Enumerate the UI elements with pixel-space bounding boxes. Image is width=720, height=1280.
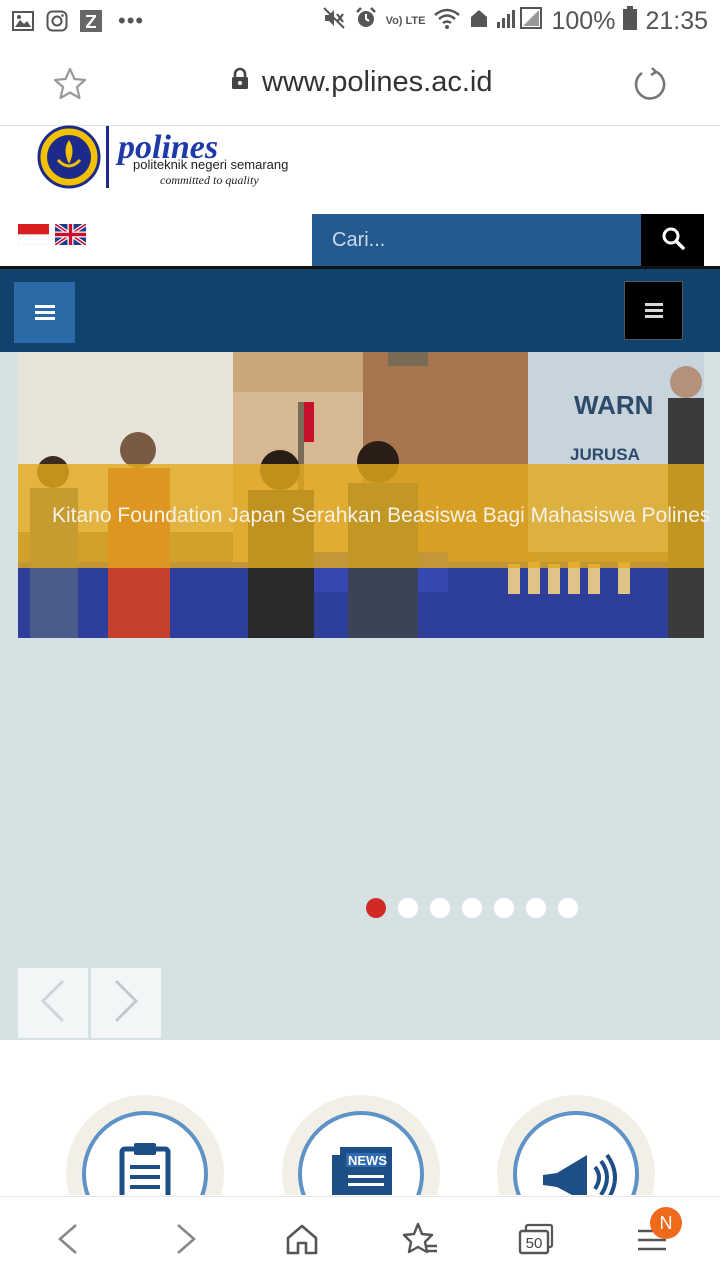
slider-dot[interactable] <box>558 898 578 918</box>
signal-icon <box>497 6 543 37</box>
slider-next-button[interactable] <box>91 968 161 1038</box>
slide-caption-text: Kitano Foundation Japan Serahkan Beasisw… <box>52 504 711 527</box>
banner-text: WARN <box>574 390 653 420</box>
slider-pagination <box>366 898 578 918</box>
slider-prev-button[interactable] <box>18 968 88 1038</box>
slider-dot[interactable] <box>526 898 546 918</box>
clipboard-icon <box>82 1111 208 1195</box>
feature-links: NEWS <box>0 1040 720 1195</box>
url-field[interactable]: www.polines.ac.id <box>230 66 493 99</box>
status-bar: ••• Vo) LTE 100% 21:35 <box>0 0 720 44</box>
lock-icon <box>230 66 250 99</box>
search-button[interactable] <box>641 214 704 266</box>
slider-dot[interactable] <box>366 898 386 918</box>
logo-tagline: committed to quality <box>160 173 259 187</box>
browser-bottom-bar: 50 N <box>0 1196 720 1280</box>
search-icon <box>661 226 685 255</box>
news-slider: WARN JURUSA Kitano Foundation Japan Sera… <box>0 352 720 1040</box>
slide-caption[interactable]: Kitano Foundation Japan Serahkan Beasisw… <box>18 464 710 568</box>
main-menu-button[interactable] <box>14 282 75 343</box>
language-switcher <box>17 222 88 247</box>
main-nav-bar <box>0 269 720 352</box>
clock: 21:35 <box>645 7 708 35</box>
chevron-right-icon <box>112 979 140 1028</box>
site-logo[interactable]: polines politeknik negeri semarang commi… <box>36 124 311 194</box>
site-search <box>312 214 704 266</box>
news-icon: NEWS <box>298 1111 424 1195</box>
feature-announcement-link[interactable] <box>66 1095 224 1195</box>
hamburger-icon <box>644 300 663 321</box>
home-icon[interactable] <box>282 1219 322 1259</box>
slider-dot[interactable] <box>462 898 482 918</box>
battery-icon <box>623 6 638 37</box>
notification-badge: N <box>650 1207 682 1239</box>
tabs-button[interactable]: 50 <box>516 1219 556 1259</box>
forward-icon[interactable] <box>166 1219 206 1259</box>
search-input[interactable] <box>312 214 641 266</box>
battery-percent: 100% <box>551 7 616 35</box>
home-signal-icon <box>469 7 489 36</box>
uk-flag-icon[interactable] <box>53 222 88 247</box>
z-app-icon <box>80 10 102 32</box>
news-icon-label: NEWS <box>348 1153 387 1168</box>
megaphone-icon <box>513 1111 639 1195</box>
alarm-icon <box>354 6 378 37</box>
url-text: www.polines.ac.id <box>262 66 493 98</box>
image-icon <box>12 10 34 32</box>
feature-info-link[interactable] <box>497 1095 655 1195</box>
bookmark-star-icon[interactable] <box>52 66 88 102</box>
wifi-icon <box>433 6 461 37</box>
browser-url-bar: www.polines.ac.id <box>0 44 720 126</box>
instagram-icon <box>46 10 68 32</box>
more-dots-icon: ••• <box>118 8 145 33</box>
indonesia-flag-icon[interactable] <box>17 224 50 246</box>
feature-news-link[interactable]: NEWS <box>282 1095 440 1195</box>
slider-dot[interactable] <box>494 898 514 918</box>
bookmarks-icon[interactable] <box>400 1219 440 1259</box>
hamburger-icon <box>34 302 55 323</box>
banner-text: JURUSA <box>570 445 640 464</box>
chevron-left-icon <box>39 979 67 1028</box>
logo-subtitle: politeknik negeri semarang <box>133 157 288 172</box>
tab-count: 50 <box>526 1235 543 1252</box>
volte-icon: Vo) LTE <box>385 15 426 27</box>
back-icon[interactable] <box>48 1219 88 1259</box>
slider-dot[interactable] <box>398 898 418 918</box>
secondary-menu-button[interactable] <box>624 281 683 340</box>
mute-icon <box>322 6 346 37</box>
reload-icon[interactable] <box>632 66 668 102</box>
slider-dot[interactable] <box>430 898 450 918</box>
